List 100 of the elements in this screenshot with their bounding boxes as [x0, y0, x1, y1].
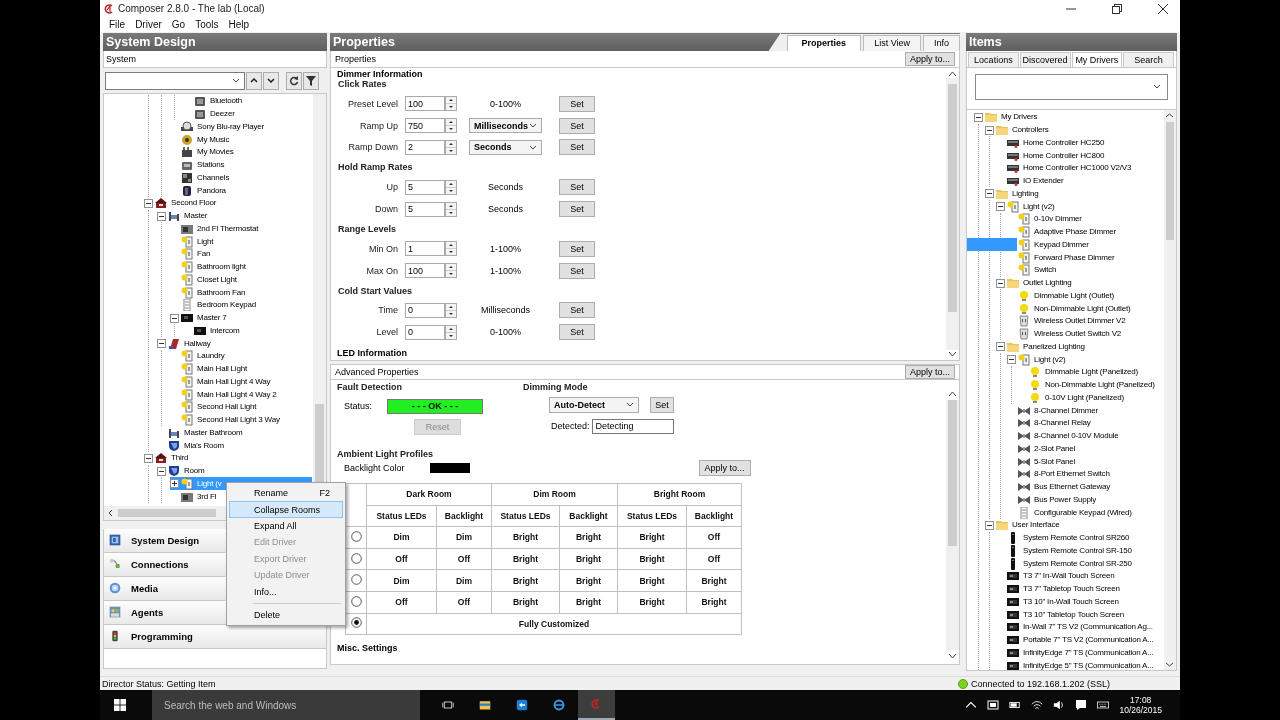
tree-item[interactable]: 8-Channel Dimmer: [1032, 404, 1100, 417]
tree-item[interactable]: Panelized Lighting: [1021, 340, 1087, 353]
tree-row[interactable]: Room: [157, 464, 207, 478]
tree-item[interactable]: T3 10" Tabletop Touch Screen: [1021, 608, 1127, 621]
spin-buttons[interactable]: [445, 96, 457, 112]
tree-item[interactable]: System Remote Control SR-250: [1021, 557, 1134, 570]
collapse-toggle[interactable]: [157, 339, 166, 349]
tree-item[interactable]: In-Wall 7" TS V2 (Communication Ag...: [1021, 621, 1155, 634]
set-button[interactable]: Set: [559, 139, 595, 156]
unit-dropdown[interactable]: Seconds: [469, 139, 542, 155]
number-field[interactable]: 0: [405, 324, 445, 340]
menu-item-label[interactable]: Expand All: [254, 520, 297, 531]
tree-item[interactable]: Dimmable Light (Panelized): [1043, 366, 1141, 379]
tree-row[interactable]: Pandora: [170, 184, 228, 197]
tree-item[interactable]: Forward Phase Dimmer: [1032, 251, 1117, 264]
tree-item[interactable]: 3rd Fl: [195, 490, 219, 503]
scrollbar-thumb[interactable]: [1166, 121, 1174, 240]
menu-item[interactable]: Help: [223, 19, 255, 31]
tree-item[interactable]: 2-Slot Panel: [1032, 442, 1078, 455]
menu-item[interactable]: File: [104, 19, 131, 31]
collapse-toggle[interactable]: [157, 211, 166, 221]
tree-row[interactable]: Main Hall Light: [170, 362, 249, 376]
number-field[interactable]: 0: [405, 302, 445, 318]
message-icon[interactable]: [1075, 699, 1088, 711]
tree-row[interactable]: Outlet Lighting: [996, 276, 1074, 290]
tree-row[interactable]: Adaptive Phase Dimmer: [1007, 225, 1119, 239]
unit-dropdown[interactable]: Milliseconds: [469, 118, 542, 134]
tree-row[interactable]: T3 10" Tabletop Touch Screen: [996, 608, 1127, 621]
apply-button[interactable]: Apply to...: [698, 459, 751, 476]
set-button[interactable]: Set: [559, 324, 595, 341]
tree-item[interactable]: Non-Dimmable Light (Outlet): [1032, 302, 1133, 315]
tree-row[interactable]: Channels: [170, 171, 232, 185]
tree-row[interactable]: Laundry: [170, 349, 227, 363]
set-button[interactable]: Set: [559, 201, 595, 218]
search-field[interactable]: Search the web and Windows: [152, 690, 420, 720]
tree-row[interactable]: Dimmable Light (Panelized): [1018, 365, 1141, 379]
tree-row[interactable]: Home Controller HC1000 V2/V3: [996, 161, 1134, 175]
spin-buttons[interactable]: [445, 302, 457, 318]
tree-item[interactable]: Hallway: [182, 337, 213, 350]
tree-row[interactable]: T3 10" In-Wall Touch Screen: [996, 595, 1121, 609]
tree-row[interactable]: 8-Channel Relay: [1007, 416, 1093, 430]
tab[interactable]: Locations: [968, 51, 1019, 67]
tree-item[interactable]: T3 10" In-Wall Touch Screen: [1021, 595, 1121, 608]
close-icon[interactable]: [1158, 4, 1168, 14]
tree-item[interactable]: T3 7" In-Wall Touch Screen: [1021, 570, 1117, 583]
set-button[interactable]: Set: [559, 117, 595, 134]
tree-item[interactable]: InfinityEdge 7" TS (Communication A...: [1021, 646, 1156, 659]
tree-row[interactable]: 2-Slot Panel: [1007, 442, 1078, 456]
tree-item[interactable]: Room: [182, 465, 207, 478]
tree-item[interactable]: Wireless Outlet Switch V2: [1032, 328, 1124, 341]
tree-item[interactable]: Light (v2): [1021, 200, 1057, 213]
tree-item[interactable]: 5-Slot Panel: [1032, 455, 1078, 468]
tree-row[interactable]: InfinityEdge 5" TS (Communication A...: [996, 659, 1156, 670]
tree-item[interactable]: Home Controller HC250: [1021, 136, 1107, 149]
tree-row[interactable]: Main Hall Light 4 Way: [170, 375, 273, 389]
tree-item[interactable]: Closet Light: [195, 273, 239, 286]
scroll-down-icon[interactable]: [947, 349, 958, 358]
tree-item[interactable]: Laundry: [195, 350, 227, 363]
nav-button[interactable]: Programming: [103, 624, 327, 649]
set-button[interactable]: Set: [650, 396, 674, 413]
radio-button[interactable]: [350, 595, 362, 607]
tab[interactable]: Properties: [786, 34, 862, 51]
tree-row[interactable]: Master 7: [170, 311, 229, 325]
tree-row[interactable]: T3 7" Tabletop Touch Screen: [996, 582, 1122, 596]
tree-row[interactable]: Bus Power Supply: [1007, 493, 1099, 507]
tree-row[interactable]: Second Hall Light: [170, 400, 259, 414]
filter-button[interactable]: [303, 71, 319, 90]
tree-item[interactable]: 8-Channel Relay: [1032, 417, 1093, 430]
detected-field[interactable]: Detecting: [591, 418, 674, 434]
tree-row[interactable]: Non-Dimmable Light (Panelized): [1018, 378, 1157, 392]
apply-button[interactable]: Apply to...: [904, 51, 955, 66]
tree-item[interactable]: Master 7: [195, 312, 229, 325]
tree-item[interactable]: Master Bathroom: [182, 426, 245, 439]
set-button[interactable]: Set: [559, 179, 595, 196]
tree-item[interactable]: Sony Blu-ray Player: [195, 120, 266, 133]
tree-row[interactable]: Wireless Outlet Switch V2: [1007, 327, 1124, 341]
scroll-down-icon[interactable]: [947, 651, 958, 660]
tree-row[interactable]: 0-10v Dimmer: [1007, 212, 1084, 226]
menu-item-label[interactable]: Rename: [254, 488, 289, 499]
tree-row[interactable]: 0-10V Light (Panelized): [1018, 391, 1126, 405]
radio-button[interactable]: [350, 530, 362, 542]
collapse-toggle[interactable]: [144, 198, 153, 208]
tree-item[interactable]: Keypad Dimmer: [1032, 238, 1091, 251]
tree-row[interactable]: 8-Port Ethernet Switch: [1007, 467, 1112, 481]
number-field[interactable]: 5: [405, 201, 445, 217]
tree-item[interactable]: Deezer: [208, 108, 237, 121]
tree-item[interactable]: My Drivers: [999, 111, 1040, 124]
scroll-up-icon[interactable]: [947, 389, 958, 398]
tree-row[interactable]: Mia's Room: [157, 439, 226, 452]
collapse-toggle[interactable]: [157, 466, 166, 476]
tree-row[interactable]: 3rd Fl: [170, 490, 219, 503]
collapse-toggle[interactable]: [996, 278, 1005, 288]
refresh-button[interactable]: [286, 71, 302, 90]
number-field[interactable]: 2: [405, 139, 445, 155]
tree-item[interactable]: Home Controller HC800: [1021, 149, 1107, 162]
set-button[interactable]: Set: [559, 262, 595, 279]
tree-row[interactable]: Sony Blu-ray Player: [170, 120, 266, 134]
collapse-toggle[interactable]: [996, 342, 1005, 352]
tree-row[interactable]: Light: [170, 235, 216, 248]
menu-item-label[interactable]: Info...: [254, 586, 277, 597]
